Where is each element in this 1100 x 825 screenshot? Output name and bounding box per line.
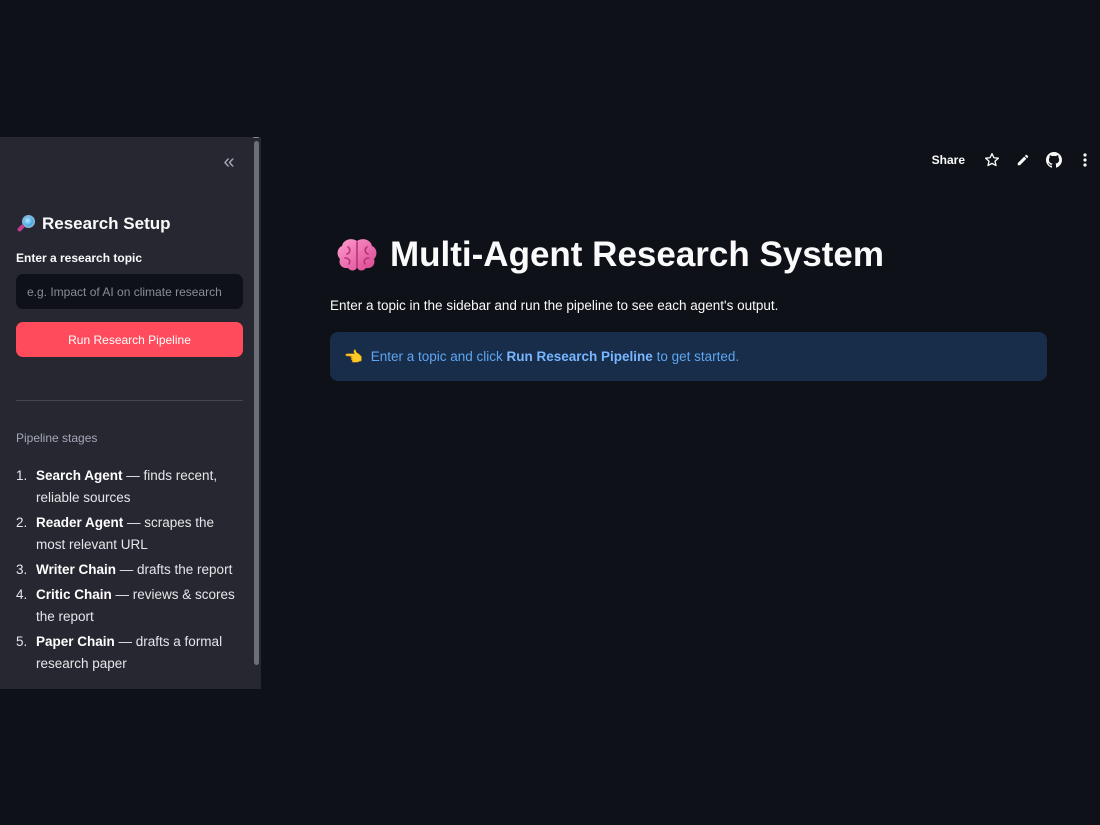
list-item: 3. Writer Chain — drafts the report: [16, 562, 233, 577]
list-item: 5. Paper Chain — drafts a formal researc…: [16, 634, 223, 671]
stages-list: 1. Search Agent — finds recent, reliable…: [16, 465, 244, 678]
stage-name: Writer Chain: [36, 562, 117, 577]
sidebar-title: Research Setup: [16, 214, 171, 234]
info-bold: Run Research Pipeline: [506, 349, 653, 364]
topic-label: Enter a research topic: [16, 251, 143, 265]
stage-desc: — drafts the report: [116, 562, 233, 577]
sidebar-scrollbar[interactable]: [254, 141, 259, 665]
sidebar: « Research Setup Enter a research topic …: [0, 137, 261, 689]
pointing-hand-icon: 👈: [344, 348, 363, 366]
toolbar: Share: [932, 149, 1100, 171]
stage-name: Reader Agent: [36, 515, 124, 530]
stages-caption: Pipeline stages: [16, 431, 98, 445]
scrollbar-up-arrow[interactable]: [253, 137, 259, 138]
info-text: Enter a topic and click Run Research Pip…: [370, 349, 740, 364]
github-icon[interactable]: [1043, 149, 1065, 171]
page-description: Enter a topic in the sidebar and run the…: [330, 298, 779, 313]
share-button[interactable]: Share: [932, 153, 965, 167]
star-icon[interactable]: [981, 149, 1003, 171]
more-vertical-icon[interactable]: [1074, 149, 1096, 171]
stage-name: Search Agent: [36, 468, 123, 483]
list-item: 4. Critic Chain — reviews & scores the r…: [16, 587, 235, 624]
info-alert: 👈 Enter a topic and click Run Research P…: [330, 332, 1047, 381]
stage-name: Critic Chain: [36, 587, 112, 602]
divider: [16, 400, 243, 401]
pencil-icon[interactable]: [1012, 149, 1034, 171]
collapse-sidebar-icon[interactable]: «: [218, 151, 240, 173]
topic-input[interactable]: [16, 274, 243, 309]
stage-name: Paper Chain: [36, 634, 115, 649]
brain-icon: [336, 237, 378, 273]
app: « Research Setup Enter a research topic …: [0, 137, 1100, 690]
list-item: 2. Reader Agent — scrapes the most relev…: [16, 515, 215, 552]
page-title: Multi-Agent Research System: [336, 235, 884, 275]
sidebar-title-text: Research Setup: [42, 214, 171, 233]
list-item: 1. Search Agent — finds recent, reliable…: [16, 468, 218, 505]
magnifier-icon: [16, 214, 36, 234]
run-pipeline-button[interactable]: Run Research Pipeline: [16, 322, 243, 357]
page-title-text: Multi-Agent Research System: [390, 235, 885, 274]
